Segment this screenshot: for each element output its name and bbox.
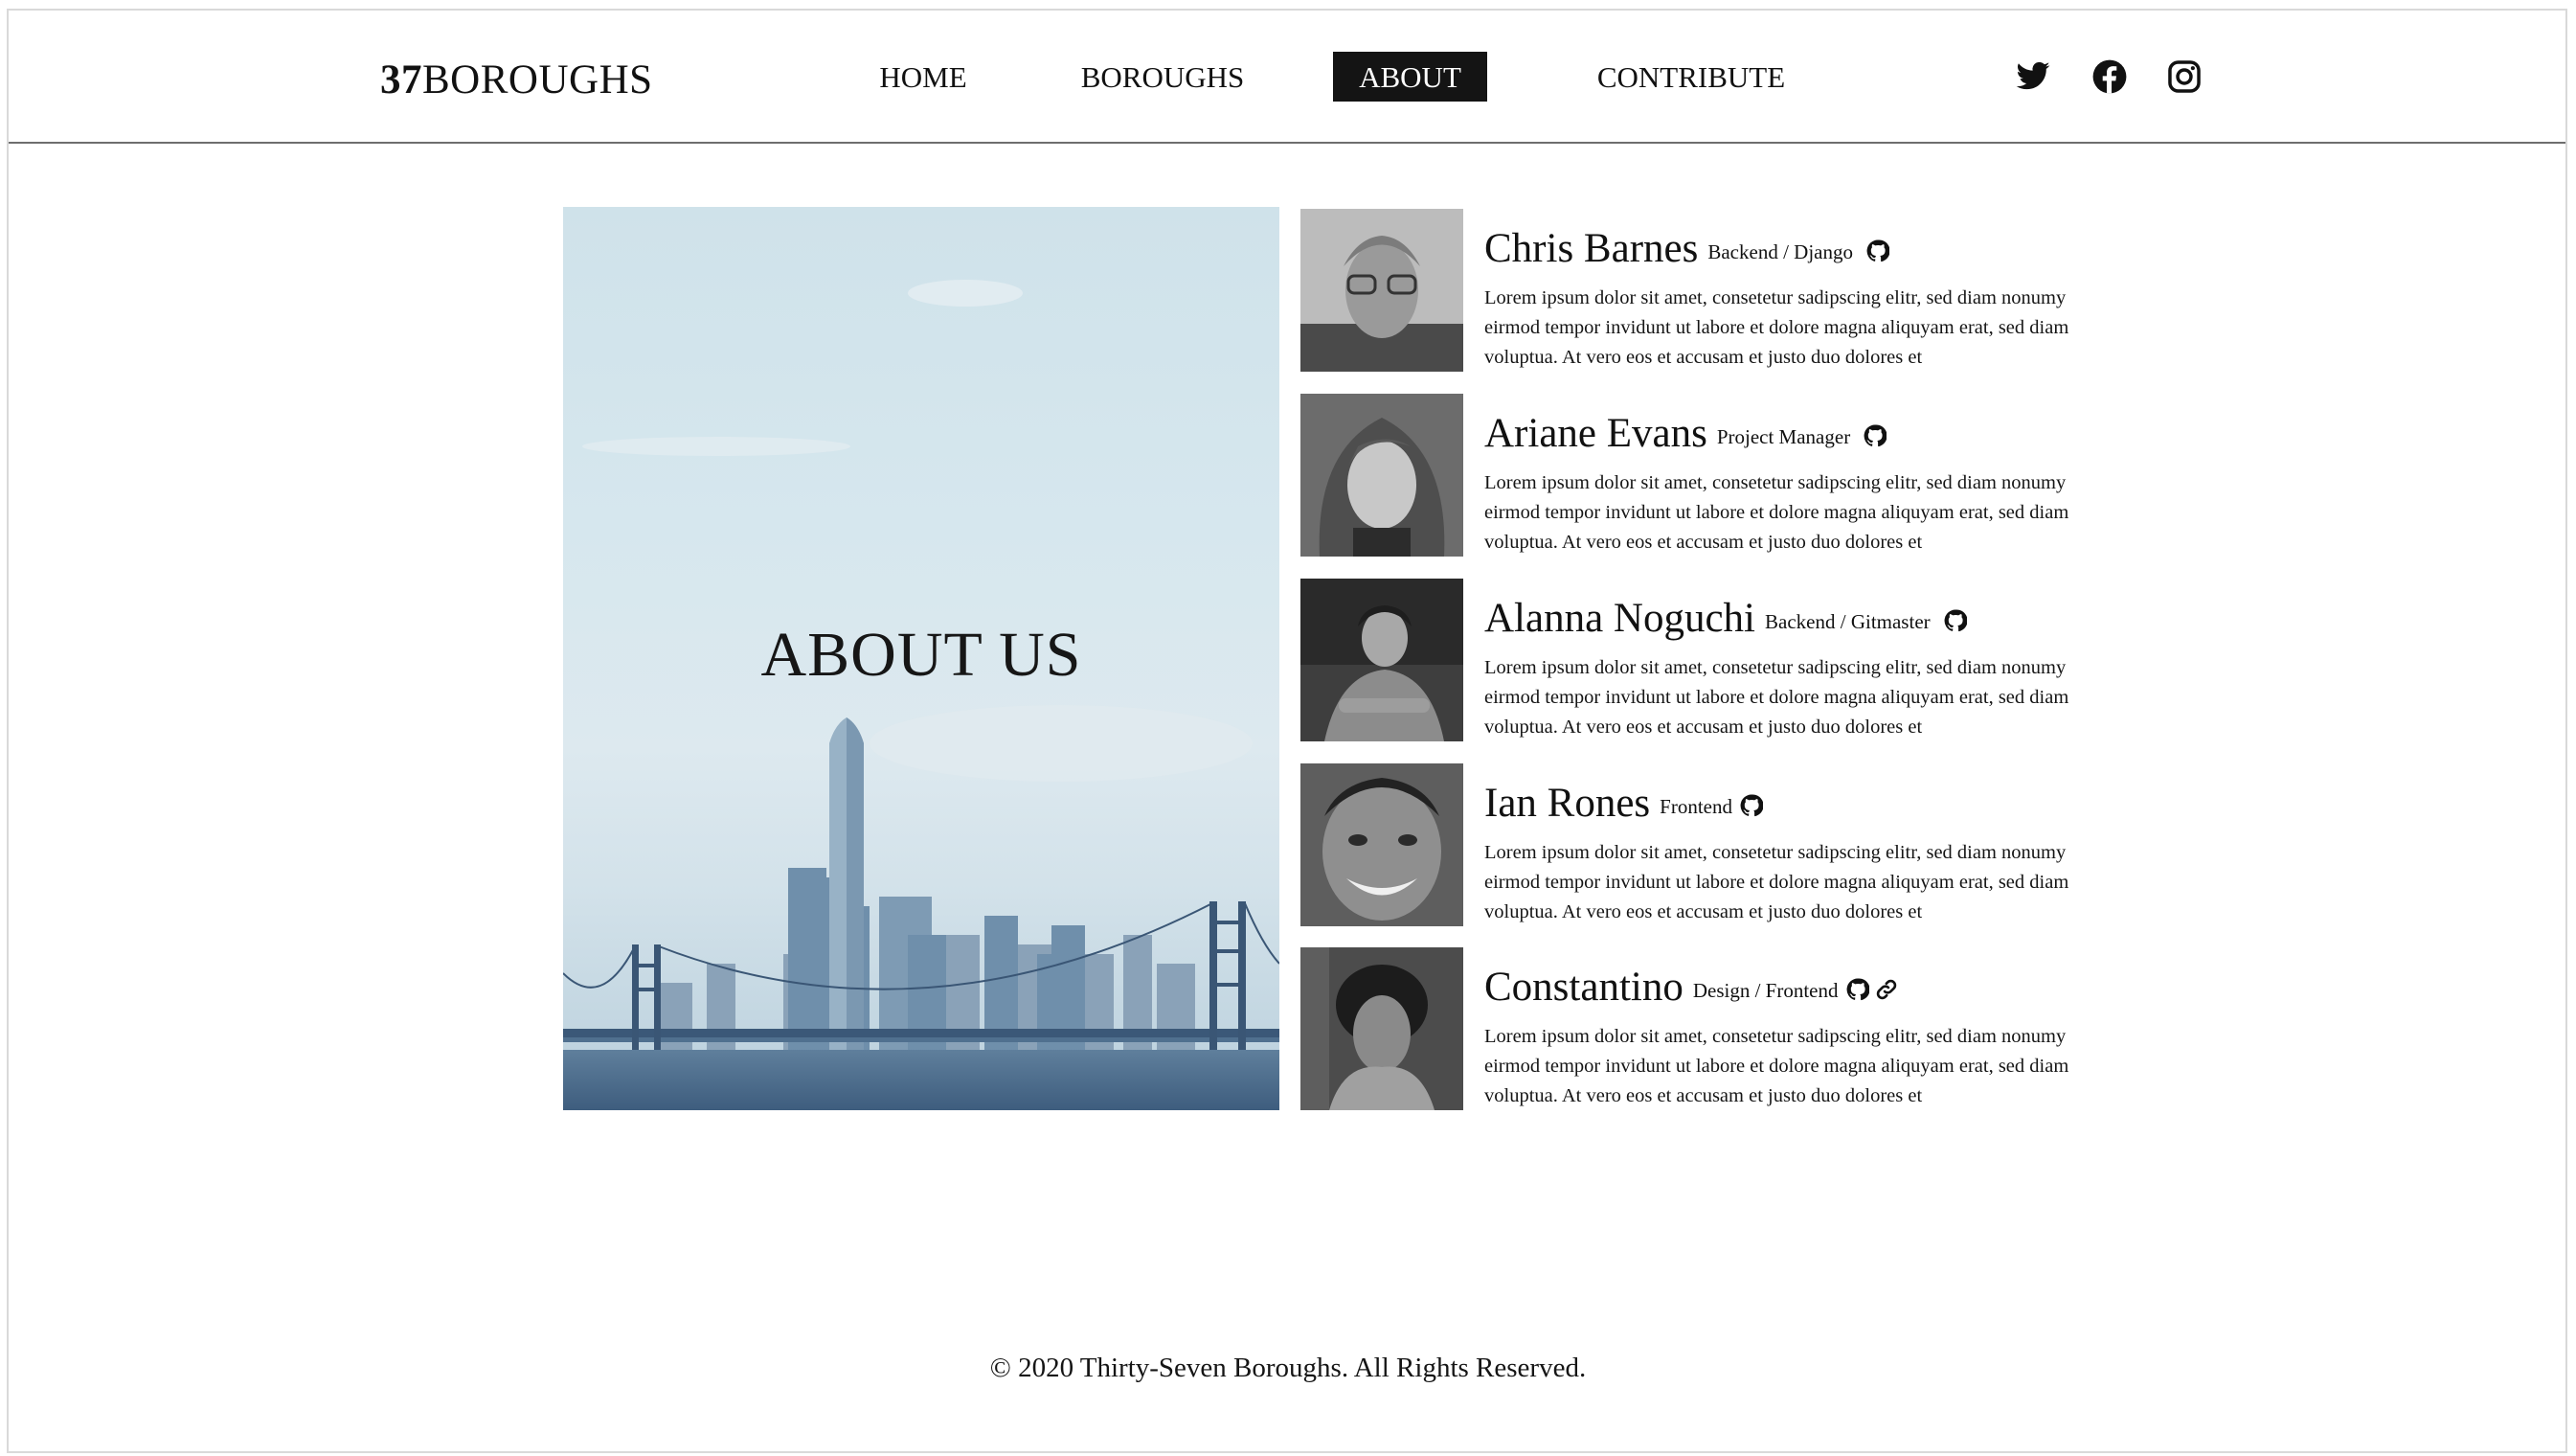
team-member: Constantino Design / Frontend Lorem ipsum… <box>1300 947 2124 1110</box>
member-bio: Lorem ipsum dolor sit amet, consetetur s… <box>1484 1026 2069 1106</box>
member-name-line: Ian Rones Frontend <box>1484 779 1769 827</box>
member-name-line: Chris Barnes Backend / Django <box>1484 224 1895 272</box>
member-name: Ian Rones <box>1484 781 1651 826</box>
member-name-line: Constantino Design / Frontend <box>1484 963 1904 1011</box>
member-role: Design / Frontend <box>1692 979 1839 1002</box>
twitter-icon[interactable] <box>2015 58 2051 95</box>
nav-home[interactable]: HOME <box>873 52 973 102</box>
about-hero-image: ABOUT US <box>563 207 1279 1110</box>
member-name: Chris Barnes <box>1484 226 1699 271</box>
avatar <box>1300 579 1463 741</box>
avatar <box>1300 763 1463 926</box>
avatar <box>1300 394 1463 557</box>
site-logo[interactable]: 37BOROUGHS <box>380 57 653 103</box>
team-member: Ariane Evans Project Manager Lorem ipsum … <box>1300 394 2124 557</box>
member-bio: Lorem ipsum dolor sit amet, consetetur s… <box>1484 657 2069 738</box>
nav-boroughs[interactable]: BOROUGHS <box>1076 52 1249 102</box>
github-icon[interactable] <box>1866 239 1889 262</box>
about-title: ABOUT US <box>760 620 1082 690</box>
member-bio: Lorem ipsum dolor sit amet, consetetur s… <box>1484 287 2069 368</box>
page-frame <box>7 9 2567 1453</box>
logo-text: BOROUGHS <box>422 57 653 102</box>
member-name: Alanna Noguchi <box>1484 596 1756 641</box>
member-role: Backend / Gitmaster <box>1765 610 1931 633</box>
team-member: Alanna Noguchi Backend / Gitmaster Lorem … <box>1300 579 2124 741</box>
member-role: Project Manager <box>1716 425 1851 448</box>
avatar <box>1300 209 1463 372</box>
footer-copyright: © 2020 Thirty-Seven Boroughs. All Rights… <box>989 1353 1587 1383</box>
site-header: 37BOROUGHS HOME BOROUGHS ABOUT CONTRIBUT… <box>9 11 2565 144</box>
nav-about[interactable]: ABOUT <box>1333 52 1487 102</box>
logo-number: 37 <box>380 57 422 102</box>
member-bio: Lorem ipsum dolor sit amet, consetetur s… <box>1484 472 2069 553</box>
instagram-icon[interactable] <box>2166 58 2203 95</box>
github-icon[interactable] <box>1740 794 1763 817</box>
link-icon[interactable] <box>1875 978 1898 1001</box>
avatar <box>1300 947 1463 1110</box>
member-name: Constantino <box>1484 965 1683 1010</box>
nav-contribute[interactable]: CONTRIBUTE <box>1591 52 1792 102</box>
github-icon[interactable] <box>1846 978 1869 1001</box>
team-member: Chris Barnes Backend / Django Lorem ipsum… <box>1300 209 2124 372</box>
member-role: Backend / Django <box>1707 240 1853 263</box>
member-role: Frontend <box>1660 795 1732 818</box>
facebook-icon[interactable] <box>2091 58 2128 95</box>
member-name: Ariane Evans <box>1484 411 1707 456</box>
github-icon[interactable] <box>1864 424 1887 447</box>
member-bio: Lorem ipsum dolor sit amet, consetetur s… <box>1484 842 2069 922</box>
team-member: Ian Rones Frontend Lorem ipsum dolor sit … <box>1300 763 2124 926</box>
member-name-line: Ariane Evans Project Manager <box>1484 409 1892 457</box>
github-icon[interactable] <box>1944 609 1967 632</box>
member-name-line: Alanna Noguchi Backend / Gitmaster <box>1484 594 1973 642</box>
